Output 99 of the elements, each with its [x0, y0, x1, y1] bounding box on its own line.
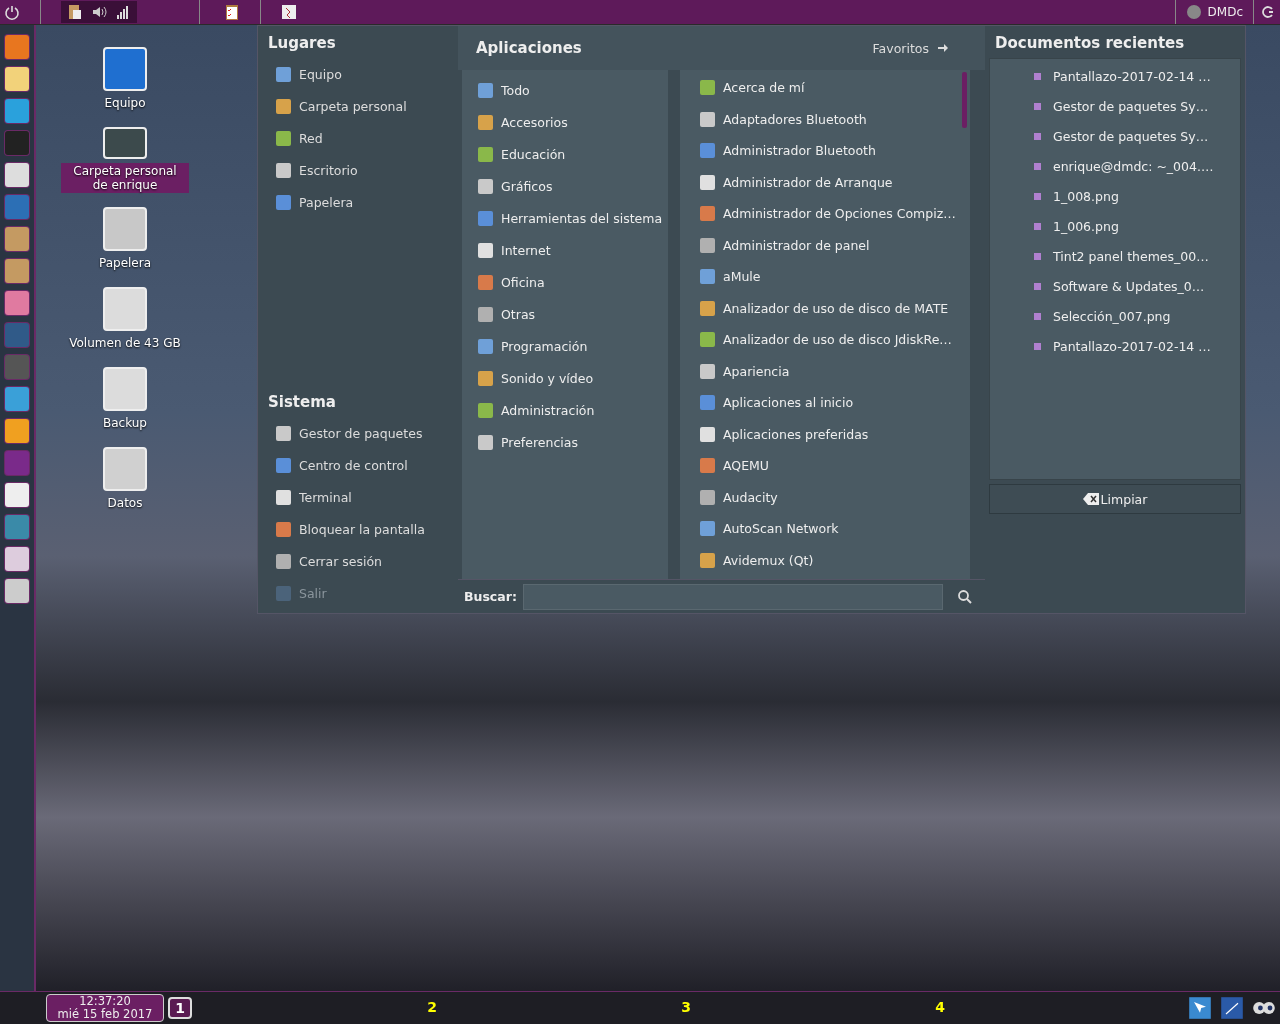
app-tile-icon[interactable]	[5, 291, 29, 315]
category-item[interactable]: Herramientas del sistema	[462, 202, 668, 234]
desktop-icon-label[interactable]: Equipo	[100, 95, 150, 111]
workspace-button[interactable]: 2	[422, 998, 442, 1016]
recent-document[interactable]: 1_006.png	[990, 211, 1240, 241]
cursor-icon[interactable]	[1188, 996, 1212, 1020]
app-tile-icon[interactable]	[5, 131, 29, 155]
app-item[interactable]: Administrador Bluetooth	[680, 135, 962, 167]
sphere-icon	[1185, 4, 1202, 20]
system-item[interactable]: Cerrar sesión	[268, 545, 448, 577]
system-item[interactable]: Bloquear la pantalla	[268, 513, 448, 545]
workspace-button[interactable]: 3	[676, 998, 696, 1016]
clear-button[interactable]: Limpiar	[989, 484, 1241, 514]
app-tile-icon[interactable]	[5, 259, 29, 283]
app-item[interactable]: Aplicaciones preferidas	[680, 418, 962, 450]
search-icon[interactable]	[956, 588, 973, 605]
app-tile-icon[interactable]	[5, 323, 29, 347]
app-tile-icon[interactable]	[5, 227, 29, 251]
category-item[interactable]: Gráficos	[462, 170, 668, 202]
category-item[interactable]: Otras	[462, 298, 668, 330]
app-tile-icon[interactable]	[5, 99, 29, 123]
category-item[interactable]: Oficina	[462, 266, 668, 298]
app-item[interactable]: Adaptadores Bluetooth	[680, 103, 962, 135]
category-item[interactable]: Sonido y vídeo	[462, 362, 668, 394]
recent-document[interactable]: Software & Updates_0…	[990, 271, 1240, 301]
place-item[interactable]: Carpeta personal	[268, 90, 448, 122]
app-tile-icon[interactable]	[5, 451, 29, 475]
app-item[interactable]: Acerca de mí	[680, 72, 962, 104]
app-tile-icon[interactable]	[5, 35, 29, 59]
workspace-button[interactable]: 1	[168, 997, 192, 1019]
power-icon[interactable]	[4, 4, 20, 20]
category-item[interactable]: Internet	[462, 234, 668, 266]
favorites-link[interactable]: Favoritos	[872, 40, 949, 56]
app-tile-icon[interactable]	[5, 195, 29, 219]
arrow-icon	[937, 42, 949, 54]
section-title: Lugares	[268, 34, 337, 52]
recent-document[interactable]: 1_008.png	[990, 181, 1240, 211]
system-item[interactable]: Terminal	[268, 481, 448, 513]
app-tile-icon[interactable]	[5, 547, 29, 571]
app-item[interactable]: AutoScan Network	[680, 513, 962, 545]
app-item[interactable]: aMule	[680, 261, 962, 293]
backspace-icon	[1082, 493, 1099, 505]
place-item[interactable]: Equipo	[268, 58, 448, 90]
app-tile-icon[interactable]	[5, 483, 29, 507]
refresh-icon[interactable]	[1260, 4, 1276, 20]
app-tile-icon[interactable]	[5, 515, 29, 539]
app-item[interactable]: Audacity	[680, 481, 962, 513]
app-tile-icon[interactable]	[5, 419, 29, 443]
category-item[interactable]: Accesorios	[462, 106, 668, 138]
recent-document[interactable]: Pantallazo-2017-02-14 …	[990, 61, 1240, 91]
recent-document[interactable]: Selección_007.png	[990, 301, 1240, 331]
recent-document[interactable]: Gestor de paquetes Sy…	[990, 91, 1240, 121]
desktop-icon[interactable]	[1220, 996, 1244, 1020]
clipboard-icon[interactable]	[67, 4, 83, 20]
app-tile-icon[interactable]	[5, 355, 29, 379]
recent-document[interactable]: enrique@dmdc: ~_004.…	[990, 151, 1240, 181]
search-label: Buscar:	[464, 589, 517, 604]
recent-document[interactable]: Tint2 panel themes_00…	[990, 241, 1240, 271]
clock[interactable]: 12:37:20 mié 15 feb 2017	[46, 994, 164, 1022]
app-item[interactable]: Analizador de uso de disco JdiskRe…	[680, 324, 962, 356]
category-item[interactable]: Educación	[462, 138, 668, 170]
volume-icon[interactable]	[91, 4, 107, 20]
place-item[interactable]: Red	[268, 122, 448, 154]
app-item[interactable]: Administrador de panel	[680, 229, 962, 261]
desktop-icon-label[interactable]: Backup	[99, 415, 151, 431]
app-item[interactable]: Avidemux (Qt)	[680, 544, 962, 576]
place-item[interactable]: Escritorio	[268, 154, 448, 186]
app-item[interactable]: Administrador de Arranque	[680, 166, 962, 198]
app-item[interactable]: AQEMU	[680, 450, 962, 482]
category-item[interactable]: Programación	[462, 330, 668, 362]
category-item[interactable]: Administración	[462, 394, 668, 426]
app-tile-icon[interactable]	[5, 387, 29, 411]
place-item[interactable]: Papelera	[268, 186, 448, 218]
section-title: Documentos recientes	[994, 34, 1186, 52]
app-item[interactable]: Administrador de Opciones Compiz…	[680, 198, 962, 230]
system-item[interactable]: Centro de control	[268, 449, 448, 481]
workspace-button[interactable]: 4	[930, 998, 950, 1016]
app-tile-icon[interactable]	[5, 163, 29, 187]
app-item[interactable]: Aplicaciones al inicio	[680, 387, 962, 419]
app-item[interactable]: Apariencia	[680, 355, 962, 387]
desktop-icon-label[interactable]: Carpeta personal de enrique	[61, 163, 189, 193]
document-icon[interactable]	[281, 4, 297, 20]
checklist-icon[interactable]	[224, 4, 240, 20]
section-title: Sistema	[268, 393, 337, 411]
section-title: Aplicaciones	[476, 39, 582, 57]
signal-icon[interactable]	[115, 4, 131, 20]
category-item[interactable]: Preferencias	[462, 426, 668, 458]
app-item[interactable]: Analizador de uso de disco de MATE	[680, 292, 962, 324]
user-menu[interactable]: DMDc	[1174, 0, 1254, 24]
system-item[interactable]: Gestor de paquetes	[268, 417, 448, 449]
app-tile-icon[interactable]	[5, 67, 29, 91]
app-tile-icon[interactable]	[5, 579, 29, 603]
category-item[interactable]: Todo	[462, 74, 668, 106]
desktop-icon-label[interactable]: Papelera	[94, 255, 156, 271]
recent-document[interactable]: Gestor de paquetes Sy…	[990, 121, 1240, 151]
search-field[interactable]	[522, 583, 943, 610]
desktop-icon-label[interactable]: Datos	[103, 495, 147, 511]
recent-document[interactable]: Pantallazo-2017-02-14 …	[990, 331, 1240, 361]
desktop-icon-label[interactable]: Volumen de 43 GB	[65, 335, 185, 351]
